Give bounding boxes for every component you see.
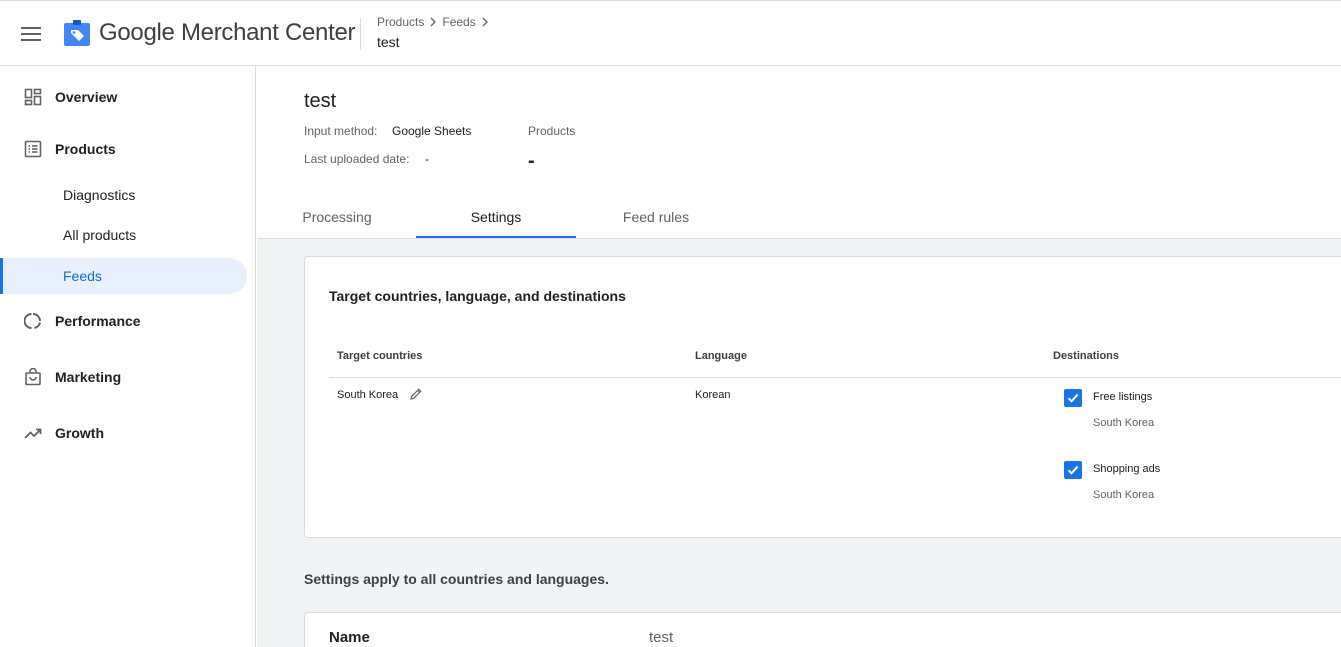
column-header-destinations: Destinations bbox=[1053, 350, 1120, 362]
main-content: test Input method: Google Sheets Last up… bbox=[257, 66, 1341, 647]
header-divider bbox=[360, 18, 361, 50]
tab-label: Settings bbox=[470, 209, 522, 225]
page-title: test bbox=[304, 90, 337, 112]
breadcrumb-feeds[interactable]: Feeds bbox=[442, 15, 475, 29]
trending-up-icon bbox=[24, 424, 42, 442]
target-country: South Korea bbox=[337, 389, 399, 401]
shopping-ads-checkbox[interactable] bbox=[1064, 461, 1082, 479]
sidebar-item-growth[interactable]: Growth bbox=[0, 415, 247, 451]
last-uploaded-value: - bbox=[425, 152, 429, 166]
edit-pencil-icon[interactable] bbox=[409, 387, 423, 401]
breadcrumb: Products Feeds bbox=[377, 15, 490, 29]
column-header-target-countries: Target countries bbox=[337, 350, 423, 362]
feed-header: test Input method: Google Sheets Last up… bbox=[257, 66, 1341, 239]
sidebar-item-all-products[interactable]: All products bbox=[0, 217, 247, 253]
sidebar-item-label: Feeds bbox=[63, 268, 102, 284]
targets-card: Target countries, language, and destinat… bbox=[304, 256, 1341, 538]
sidebar-item-label: Overview bbox=[55, 89, 118, 105]
destination-country: South Korea bbox=[1093, 417, 1155, 429]
destination-label: Shopping ads bbox=[1093, 463, 1161, 475]
sidebar-item-diagnostics[interactable]: Diagnostics bbox=[0, 177, 247, 213]
column-header-language: Language bbox=[695, 350, 747, 362]
last-uploaded-label: Last uploaded date: bbox=[304, 152, 410, 166]
free-listings-checkbox[interactable] bbox=[1064, 389, 1082, 407]
name-setting-card: Name test bbox=[304, 612, 1341, 647]
tab-settings[interactable]: Settings bbox=[416, 196, 576, 238]
app-name[interactable]: Google Merchant Center bbox=[99, 19, 356, 47]
destination-country: South Korea bbox=[1093, 489, 1155, 501]
sidebar-item-label: Performance bbox=[55, 313, 141, 329]
name-label: Name bbox=[329, 629, 370, 646]
target-language: Korean bbox=[695, 389, 731, 401]
sidebar-item-products[interactable]: Products bbox=[0, 131, 247, 167]
sidebar-item-label: Growth bbox=[55, 425, 104, 441]
breadcrumb-products[interactable]: Products bbox=[377, 15, 424, 29]
tab-feed-rules[interactable]: Feed rules bbox=[576, 196, 736, 238]
breadcrumb-current: test bbox=[377, 34, 400, 50]
input-method-label: Input method: bbox=[304, 124, 378, 138]
sidebar-item-label: Products bbox=[55, 141, 116, 157]
table-divider bbox=[329, 377, 1341, 378]
products-count: - bbox=[528, 150, 535, 172]
destination-label: Free listings bbox=[1093, 391, 1153, 403]
chevron-right-icon bbox=[430, 17, 437, 27]
sidebar-item-label: All products bbox=[63, 227, 137, 243]
name-value[interactable]: test bbox=[649, 629, 673, 646]
chevron-right-icon bbox=[482, 17, 488, 27]
sidebar-item-feeds[interactable]: Feeds bbox=[0, 258, 247, 294]
top-app-bar: Google Merchant Center Products Feeds te… bbox=[0, 0, 1341, 66]
list-icon bbox=[24, 140, 42, 158]
settings-apply-note: Settings apply to all countries and lang… bbox=[304, 571, 609, 587]
sidebar-item-label: Diagnostics bbox=[63, 187, 136, 203]
check-icon bbox=[1067, 393, 1079, 403]
sidebar-item-performance[interactable]: Performance bbox=[0, 303, 247, 339]
sidebar-item-marketing[interactable]: Marketing bbox=[0, 359, 247, 395]
input-method-value: Google Sheets bbox=[392, 124, 472, 138]
donut-icon bbox=[24, 312, 42, 330]
merchant-center-logo-icon[interactable] bbox=[63, 19, 91, 47]
sidebar: Overview Products Diagnostics All produc… bbox=[0, 66, 256, 647]
products-label: Products bbox=[528, 124, 576, 138]
tab-processing[interactable]: Processing bbox=[257, 196, 417, 238]
check-icon bbox=[1067, 465, 1079, 475]
menu-icon[interactable] bbox=[18, 21, 44, 47]
shopping-bag-icon bbox=[24, 368, 42, 386]
sidebar-item-overview[interactable]: Overview bbox=[0, 79, 247, 115]
card-title: Target countries, language, and destinat… bbox=[329, 288, 626, 304]
sidebar-item-label: Marketing bbox=[55, 369, 122, 385]
dashboard-icon bbox=[24, 88, 42, 106]
